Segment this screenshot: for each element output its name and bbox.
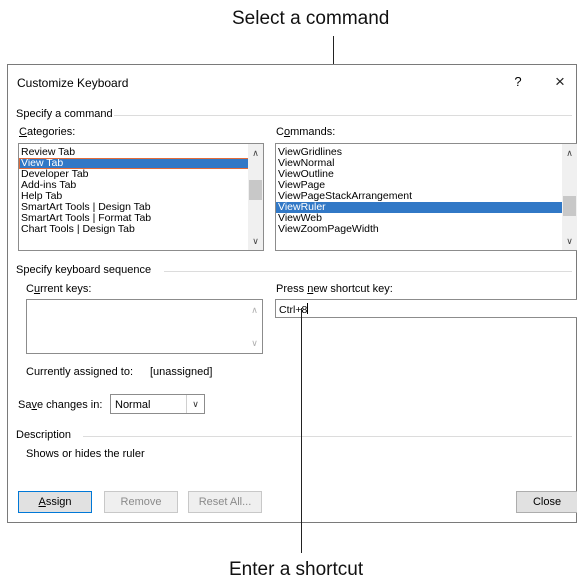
dialog-title: Customize Keyboard xyxy=(17,76,129,90)
categories-list: Review Tab View Tab Developer Tab Add-ins T… xyxy=(19,144,263,235)
callout-line-bottom xyxy=(301,308,302,553)
current-keys-label: Current keys: xyxy=(26,283,92,295)
callout-select-command: Select a command xyxy=(232,8,390,29)
description-text: Shows or hides the ruler xyxy=(26,448,145,460)
group-divider xyxy=(83,436,572,437)
remove-button[interactable]: Remove xyxy=(104,491,178,513)
list-item[interactable]: Chart Tools | Design Tab xyxy=(19,224,263,235)
commands-listbox[interactable]: ViewGridlines ViewNormal ViewOutline ViewPa… xyxy=(275,143,577,251)
scroll-down-icon[interactable]: ∨ xyxy=(247,336,262,350)
chevron-down-icon[interactable]: ∨ xyxy=(186,395,204,413)
assigned-to-label: Currently assigned to: xyxy=(26,366,133,378)
callout-enter-shortcut: Enter a shortcut xyxy=(229,559,364,580)
commands-list: ViewGridlines ViewNormal ViewOutline ViewPa… xyxy=(276,144,577,235)
scroll-up-icon[interactable]: ∧ xyxy=(247,303,262,317)
list-item[interactable]: ViewZoomPageWidth xyxy=(276,224,577,235)
categories-label: Categories: xyxy=(19,126,76,138)
scroll-up-icon[interactable]: ∧ xyxy=(562,146,577,160)
group-label-keyboard-sequence: Specify keyboard sequence xyxy=(16,264,152,276)
new-shortcut-input[interactable]: Ctrl+8 xyxy=(275,299,577,318)
customize-keyboard-dialog: Customize Keyboard ? × Specify a command… xyxy=(7,64,577,523)
commands-label: Commands: xyxy=(276,126,336,138)
scroll-thumb[interactable] xyxy=(563,196,576,216)
commands-scrollbar[interactable]: ∧ ∨ xyxy=(562,144,577,250)
categories-scrollbar[interactable]: ∧ ∨ xyxy=(248,144,263,250)
title-bar: Customize Keyboard ? × xyxy=(8,65,576,98)
group-divider xyxy=(114,115,572,116)
assign-button[interactable]: Assign xyxy=(18,491,92,513)
current-keys-listbox[interactable]: ∧ ∨ xyxy=(26,299,263,354)
scroll-down-icon[interactable]: ∨ xyxy=(248,234,263,248)
new-shortcut-label: Press new shortcut key: xyxy=(276,283,393,295)
group-label-description: Description xyxy=(16,429,72,441)
categories-listbox[interactable]: Review Tab View Tab Developer Tab Add-ins T… xyxy=(18,143,264,251)
group-divider xyxy=(164,271,572,272)
help-button[interactable]: ? xyxy=(508,72,528,92)
close-button[interactable]: Close xyxy=(516,491,577,513)
reset-all-button[interactable]: Reset All... xyxy=(188,491,262,513)
group-label-specify-command: Specify a command xyxy=(16,108,113,120)
close-icon[interactable]: × xyxy=(548,71,572,93)
save-changes-label: Save changes in: xyxy=(18,399,103,411)
save-changes-select[interactable]: Normal ∨ xyxy=(110,394,205,414)
save-changes-value: Normal xyxy=(115,399,151,411)
assigned-to-value: [unassigned] xyxy=(150,366,213,378)
scroll-up-icon[interactable]: ∧ xyxy=(248,146,263,160)
current-keys-scrollbar[interactable]: ∧ ∨ xyxy=(247,300,262,353)
scroll-down-icon[interactable]: ∨ xyxy=(562,234,577,248)
scroll-thumb[interactable] xyxy=(249,180,262,200)
